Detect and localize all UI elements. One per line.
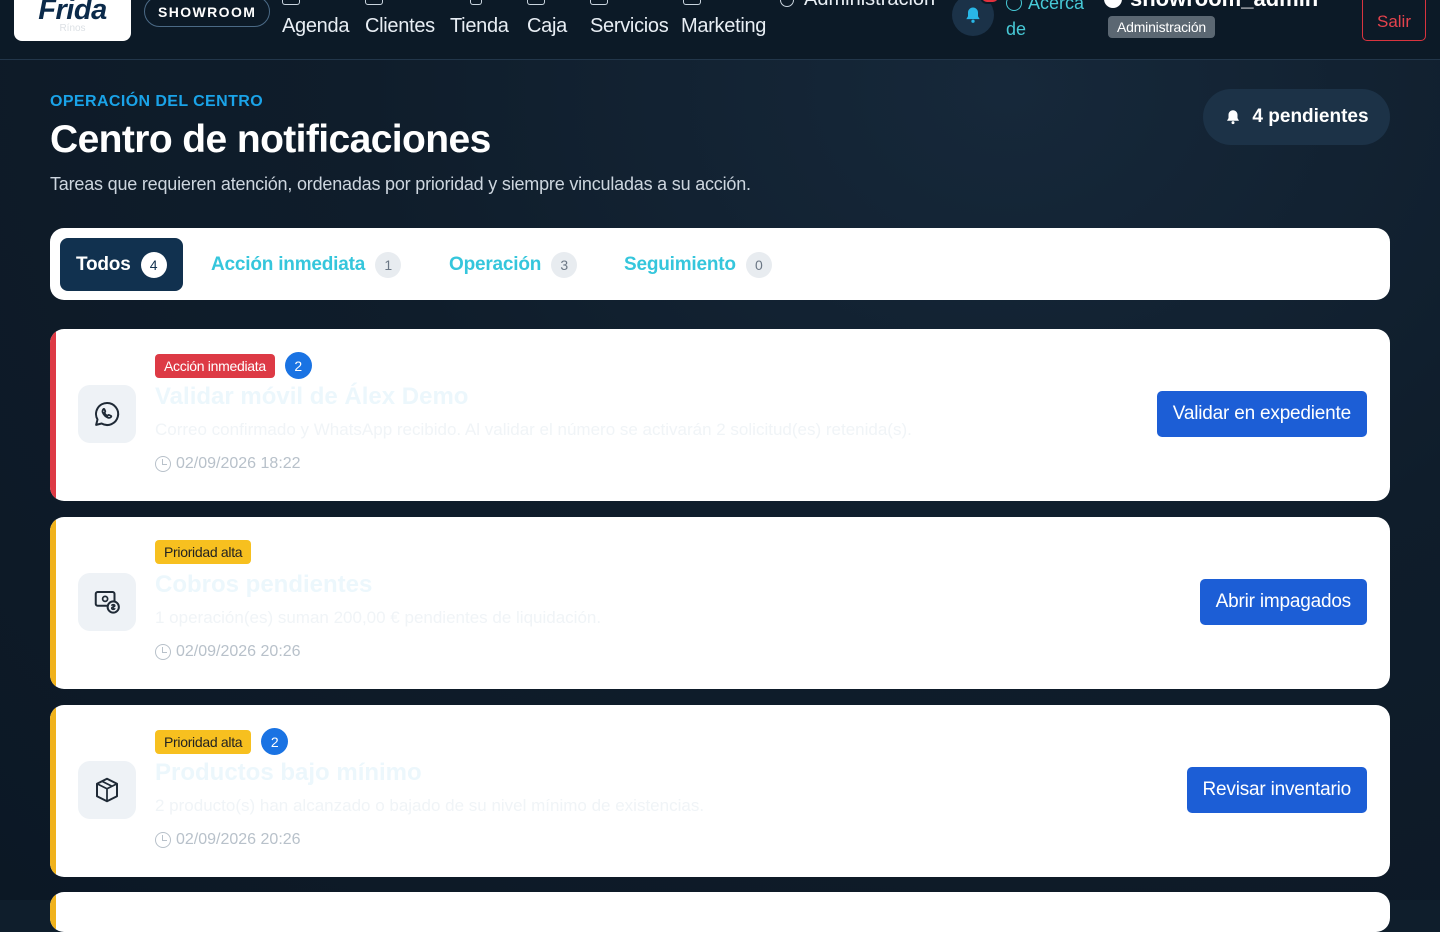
user-name: showroom_admin [1130, 0, 1318, 12]
open-unpaid-button[interactable]: Abrir impagados [1199, 579, 1367, 625]
notification-time: 02/09/2026 18:22 [176, 455, 301, 472]
notification-description: 1 operación(es) suman 200,00 € pendiente… [155, 608, 602, 627]
logo-subtitle: Rínos [59, 22, 86, 34]
priority-accent [50, 329, 56, 501]
review-inventory-button[interactable]: Revisar inventario [1186, 767, 1367, 813]
notification-card: Acción inmediata 2 Validar móvil de Álex… [50, 329, 1390, 501]
notification-title: Cobros pendientes [155, 571, 373, 598]
notification-description: Correo confirmado y WhatsApp recibido. A… [155, 420, 912, 439]
users-icon [365, 0, 383, 5]
tab-label: Operación [449, 253, 542, 275]
nav-caja-label: Caja [527, 15, 567, 37]
megaphone-icon [683, 0, 701, 5]
nav-administracion[interactable]: Administración [780, 0, 935, 11]
notification-time: 02/09/2026 20:26 [176, 831, 301, 848]
tab-operacion[interactable]: Operación 3 [449, 238, 578, 291]
tab-label: Acción inmediata [211, 253, 366, 275]
store-selector[interactable]: SHOWROOM [144, 0, 271, 27]
priority-tag: Prioridad alta [155, 729, 252, 754]
nav-administracion-label: Administración [804, 0, 935, 11]
tab-label: Seguimiento [624, 253, 736, 275]
pending-count-badge: 4 pendientes [1203, 89, 1390, 145]
about-link[interactable]: Acerca de [1006, 0, 1084, 42]
tab-seguimiento[interactable]: Seguimiento 0 [624, 238, 772, 291]
notifications-button[interactable] [952, 0, 1000, 36]
top-navigation-bar: Frida Rínos SHOWROOM Agenda Clientes Tie… [0, 0, 1440, 60]
pending-count-label: 4 pendientes [1252, 106, 1369, 127]
count-badge: 2 [261, 728, 289, 755]
page-title: Centro de notificaciones [50, 118, 491, 161]
priority-tag: Acción inmediata [155, 353, 275, 378]
nav-clientes-label: Clientes [365, 15, 435, 37]
gear-icon [780, 0, 794, 7]
notification-title: Productos bajo mínimo [155, 759, 422, 786]
nav-agenda[interactable]: Agenda [282, 0, 349, 52]
role-badge: Administración [1108, 16, 1216, 38]
clock-icon [155, 644, 171, 660]
count-badge: 2 [284, 352, 312, 379]
notification-timestamp: 02/09/2026 18:22 [155, 455, 301, 473]
logout-button[interactable]: Salir [1362, 0, 1426, 41]
tab-todos[interactable]: Todos 4 [60, 238, 183, 291]
filter-tabs: Todos 4 Acción inmediata 1 Operación 3 S… [50, 228, 1390, 300]
scissors-icon [590, 0, 608, 5]
payment-icon [94, 591, 120, 614]
about-line-2: de [1006, 19, 1027, 39]
notification-tags: Prioridad alta 2 [155, 728, 289, 755]
nav-agenda-label: Agenda [282, 15, 350, 37]
priority-accent [50, 892, 56, 932]
notification-tags: Acción inmediata 2 [155, 352, 312, 379]
bell-icon [1227, 110, 1240, 125]
page-subtitle: Tareas que requieren atención, ordenadas… [50, 174, 751, 194]
nav-clientes[interactable]: Clientes [365, 0, 435, 52]
notification-icon-box [78, 573, 136, 631]
tab-accion-inmediata[interactable]: Acción inmediata 1 [211, 238, 402, 291]
notification-description: 2 producto(s) han alcanzado o bajado de … [155, 796, 705, 815]
validate-phone-button[interactable]: Validar en expediente [1156, 391, 1367, 437]
notification-timestamp: 02/09/2026 20:26 [155, 643, 301, 661]
tab-count: 0 [745, 251, 772, 278]
user-menu[interactable]: showroom_admin [1104, 0, 1318, 12]
notification-icon-box [78, 385, 136, 443]
notification-time: 02/09/2026 20:26 [176, 643, 301, 660]
logo-wordmark: Frida [38, 0, 107, 26]
page-eyebrow: OPERACIÓN DEL CENTRO [50, 93, 264, 110]
notification-dot [980, 0, 1000, 4]
nav-caja[interactable]: Caja [527, 0, 567, 52]
notification-timestamp: 02/09/2026 20:26 [155, 831, 301, 849]
info-icon [1006, 0, 1022, 11]
tab-count: 3 [551, 251, 578, 278]
nav-marketing[interactable]: Marketing [681, 0, 766, 52]
notification-icon-box [78, 761, 136, 819]
tab-label: Todos [76, 253, 131, 275]
priority-accent [50, 517, 56, 689]
tab-count: 4 [140, 251, 167, 278]
whatsapp-icon [95, 401, 120, 426]
nav-servicios[interactable]: Servicios [590, 0, 669, 52]
about-line-1: Acerca [1028, 0, 1085, 13]
priority-tag: Prioridad alta [155, 540, 252, 564]
nav-servicios-label: Servicios [590, 15, 669, 37]
clock-icon [155, 456, 171, 472]
nav-tienda[interactable]: Tienda [450, 0, 509, 52]
notification-card: Prioridad alta 2 Productos bajo mínimo 2… [50, 705, 1390, 877]
priority-accent [50, 705, 56, 877]
notification-tags: Prioridad alta [155, 540, 252, 564]
box-icon [96, 777, 118, 803]
brand-logo[interactable]: Frida Rínos [14, 0, 131, 41]
notification-card: Prioridad alta Cobros pendientes 1 opera… [50, 517, 1390, 689]
bell-icon [966, 7, 980, 23]
cash-register-icon [527, 0, 545, 5]
calendar-icon [282, 0, 300, 5]
nav-marketing-label: Marketing [681, 15, 767, 37]
nav-tienda-label: Tienda [450, 15, 509, 37]
user-avatar-icon [1104, 0, 1122, 8]
notification-card [50, 892, 1390, 932]
notification-title: Validar móvil de Álex Demo [155, 383, 469, 410]
tab-count: 1 [375, 251, 402, 278]
cart-icon [470, 0, 482, 5]
clock-icon [155, 832, 171, 848]
